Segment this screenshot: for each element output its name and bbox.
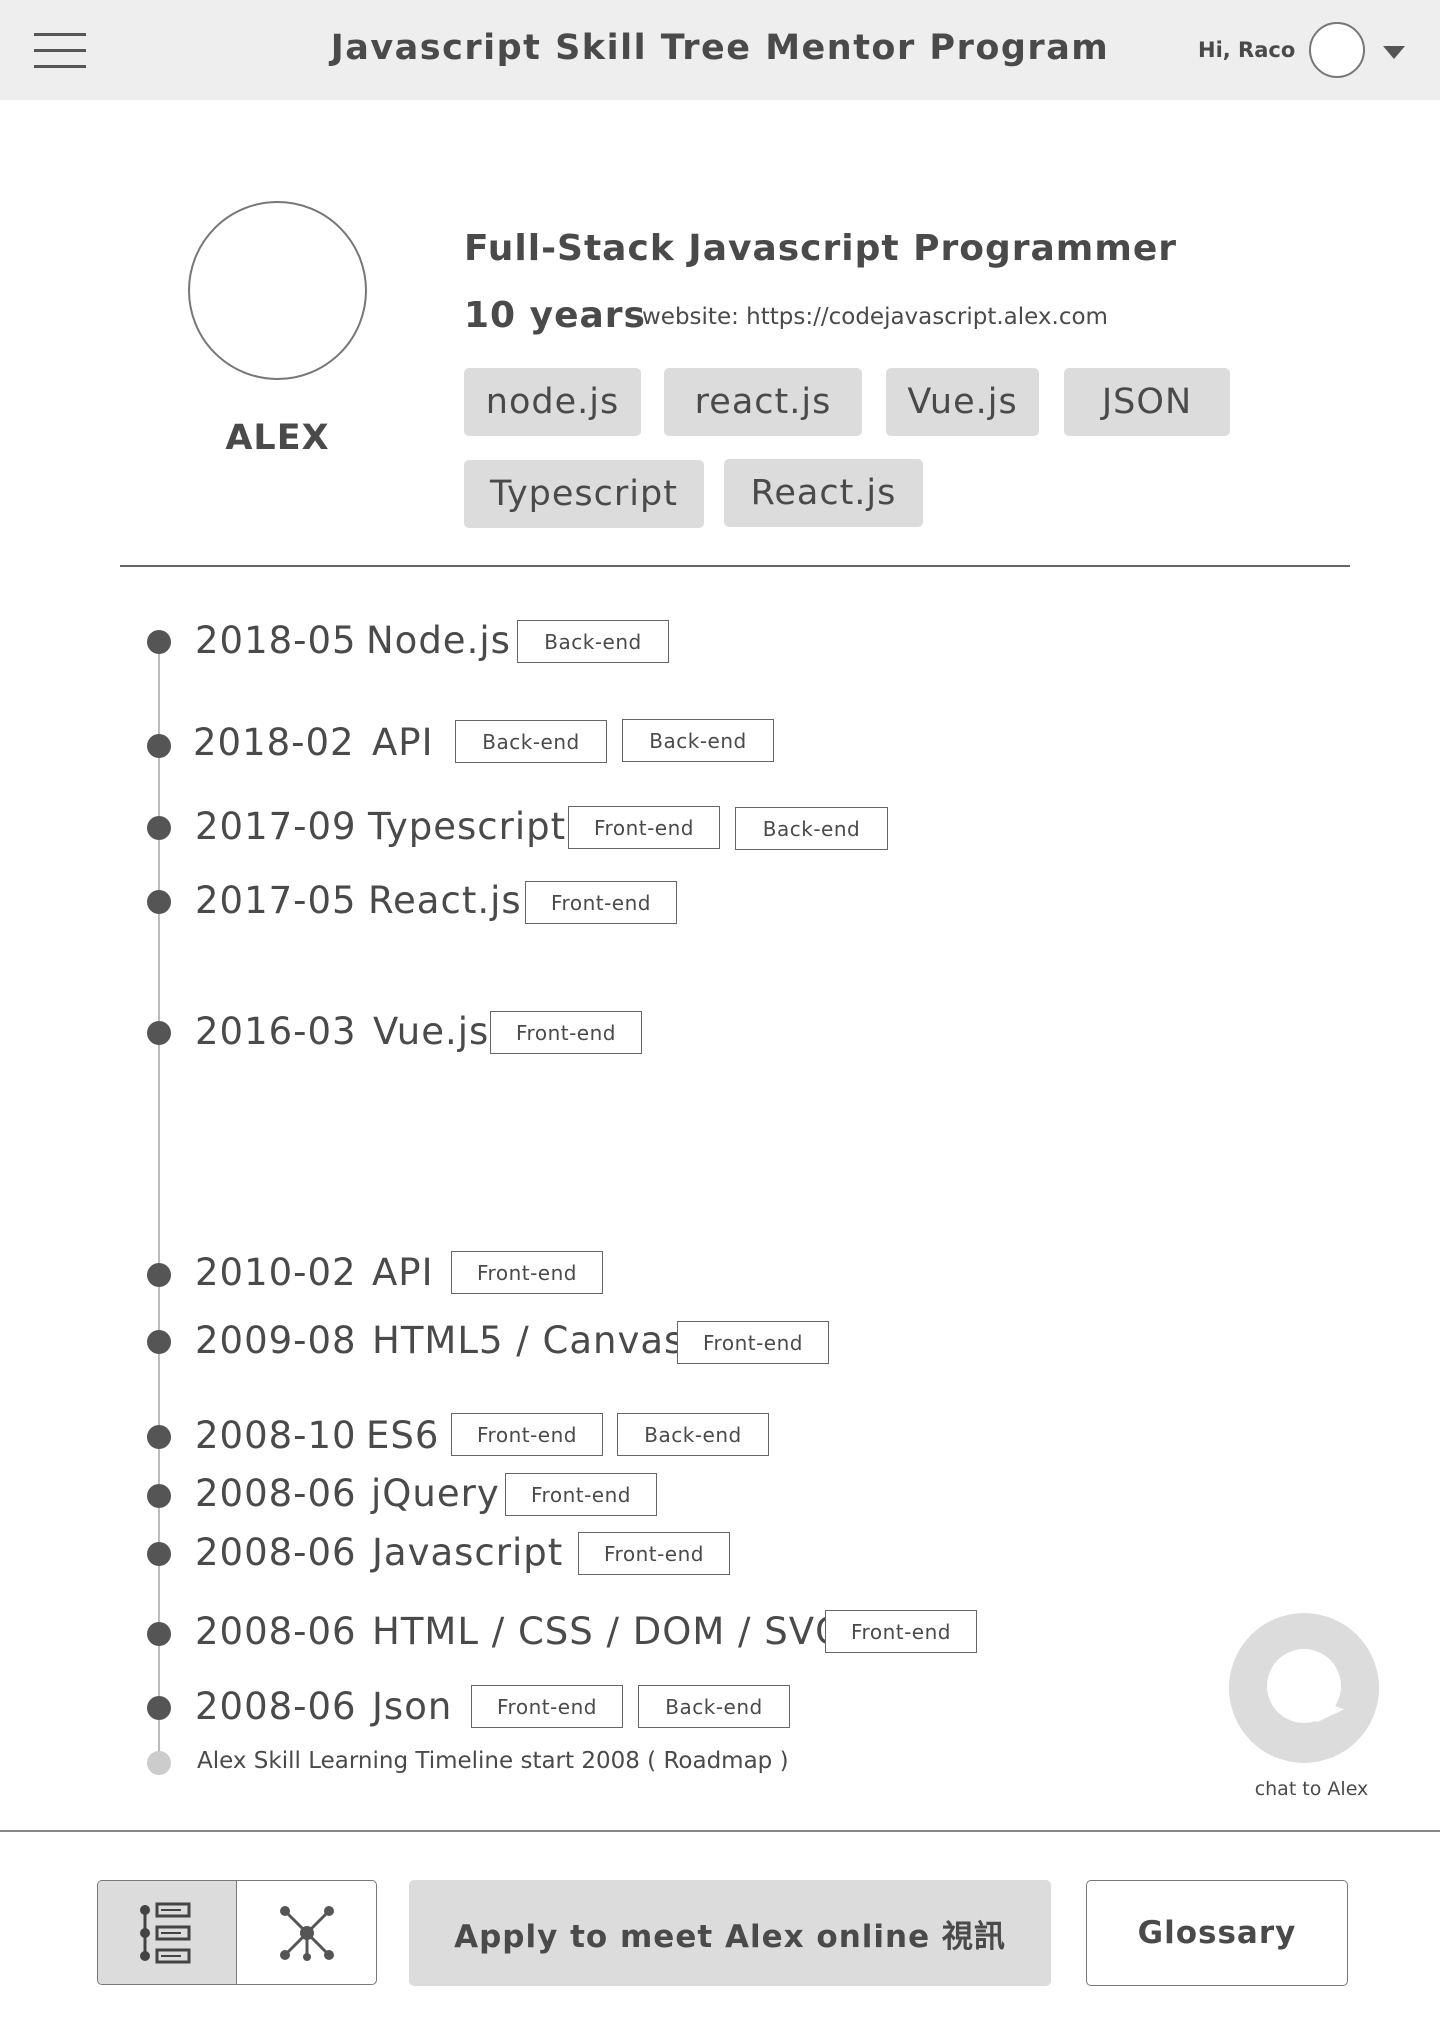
timeline-date: 2008-06: [195, 1610, 357, 1653]
category-tag: Back-end: [638, 1685, 790, 1728]
timeline-date: 2018-05: [195, 619, 357, 662]
timeline-skill: HTML5 / Canvas: [372, 1319, 685, 1362]
category-tag: Front-end: [451, 1251, 603, 1294]
timeline-skill: Node.js: [366, 619, 511, 662]
timeline-date: 2017-05: [195, 879, 357, 922]
timeline-list-icon: [140, 1902, 191, 1963]
category-tag: Back-end: [622, 719, 774, 762]
timeline-date: 2010-02: [195, 1251, 357, 1294]
timeline-dot: [147, 1696, 171, 1720]
category-tag: Front-end: [471, 1685, 623, 1728]
category-tag: Front-end: [825, 1610, 977, 1653]
category-tag: Front-end: [677, 1321, 829, 1364]
timeline-skill: jQuery: [371, 1472, 500, 1515]
skill-tag[interactable]: node.js: [464, 368, 641, 436]
hamburger-menu-icon[interactable]: [34, 33, 86, 69]
timeline-dot: [147, 1330, 171, 1354]
chat-label: chat to Alex: [1254, 1778, 1369, 1800]
skill-tag[interactable]: JSON: [1064, 368, 1230, 436]
timeline-dot: [147, 1425, 171, 1449]
timeline-dot: [147, 890, 171, 914]
category-tag: Front-end: [525, 881, 677, 924]
timeline-skill: HTML / CSS / DOM / SVG: [372, 1610, 845, 1653]
timeline-line: [158, 640, 160, 1762]
timeline-dot: [147, 1622, 171, 1646]
timeline-skill: Typescript: [368, 805, 567, 848]
user-greeting: Hi, Raco: [1198, 38, 1296, 62]
category-tag: Front-end: [451, 1413, 603, 1456]
network-graph-icon: [279, 1905, 334, 1961]
category-tag: Front-end: [578, 1532, 730, 1575]
glossary-button[interactable]: Glossary: [1086, 1880, 1348, 1986]
timeline-date: 2008-06: [195, 1472, 357, 1515]
user-avatar[interactable]: [1309, 22, 1365, 78]
timeline-skill: ES6: [366, 1414, 440, 1457]
timeline-skill: React.js: [368, 879, 522, 922]
category-tag: Front-end: [490, 1011, 642, 1054]
timeline-skill: Json: [372, 1685, 453, 1728]
timeline-skill: Javascript: [372, 1531, 564, 1574]
app-header: Javascript Skill Tree Mentor Program Hi,…: [0, 0, 1440, 100]
profile-title: Full-Stack Javascript Programmer: [464, 228, 1177, 269]
apply-meeting-button[interactable]: Apply to meet Alex online 視訊: [409, 1880, 1051, 1986]
profile-name: ALEX: [225, 418, 330, 458]
timeline-skill: API: [372, 1251, 434, 1294]
timeline-dot: [147, 1263, 171, 1287]
timeline-date: 2017-09: [195, 805, 357, 848]
timeline-date: 2009-08: [195, 1319, 357, 1362]
timeline-date: 2008-06: [195, 1685, 357, 1728]
network-view-button[interactable]: [237, 1881, 376, 1984]
timeline-skill: Vue.js: [373, 1010, 490, 1053]
category-tag: Back-end: [617, 1413, 769, 1456]
profile-website[interactable]: website: https://codejavascript.alex.com: [642, 304, 1108, 330]
category-tag: Back-end: [517, 620, 669, 663]
timeline-date: 2016-03: [195, 1010, 357, 1053]
chevron-down-icon[interactable]: [1383, 46, 1405, 59]
timeline-dot: [147, 630, 171, 654]
profile-avatar: [188, 201, 367, 380]
timeline-dot: [147, 1542, 171, 1566]
category-tag: Back-end: [735, 807, 888, 850]
view-toggle: [97, 1880, 377, 1985]
timeline-footer: Alex Skill Learning Timeline start 2008 …: [197, 1748, 789, 1774]
skill-tag[interactable]: Vue.js: [886, 368, 1039, 436]
category-tag: Front-end: [505, 1473, 657, 1516]
section-divider: [120, 565, 1350, 567]
skill-tag[interactable]: React.js: [724, 459, 923, 527]
app-title: Javascript Skill Tree Mentor Program: [330, 28, 1110, 68]
timeline-start-dot: [147, 1751, 171, 1775]
profile-years: 10 years: [464, 295, 646, 336]
timeline-skill: API: [372, 721, 434, 764]
timeline-dot: [147, 816, 171, 840]
footer-divider: [0, 1830, 1440, 1832]
skill-tag[interactable]: react.js: [664, 368, 862, 436]
timeline-view-button[interactable]: [98, 1881, 237, 1984]
timeline-date: 2008-06: [195, 1531, 357, 1574]
timeline-dot: [147, 1021, 171, 1045]
timeline-date: 2018-02: [193, 721, 355, 764]
chat-button[interactable]: [1229, 1613, 1379, 1763]
category-tag: Back-end: [455, 720, 607, 763]
timeline-dot: [147, 1484, 171, 1508]
timeline-dot: [147, 734, 171, 758]
category-tag: Front-end: [568, 806, 720, 849]
skill-tag[interactable]: Typescript: [464, 460, 704, 528]
timeline-date: 2008-10: [195, 1414, 357, 1457]
